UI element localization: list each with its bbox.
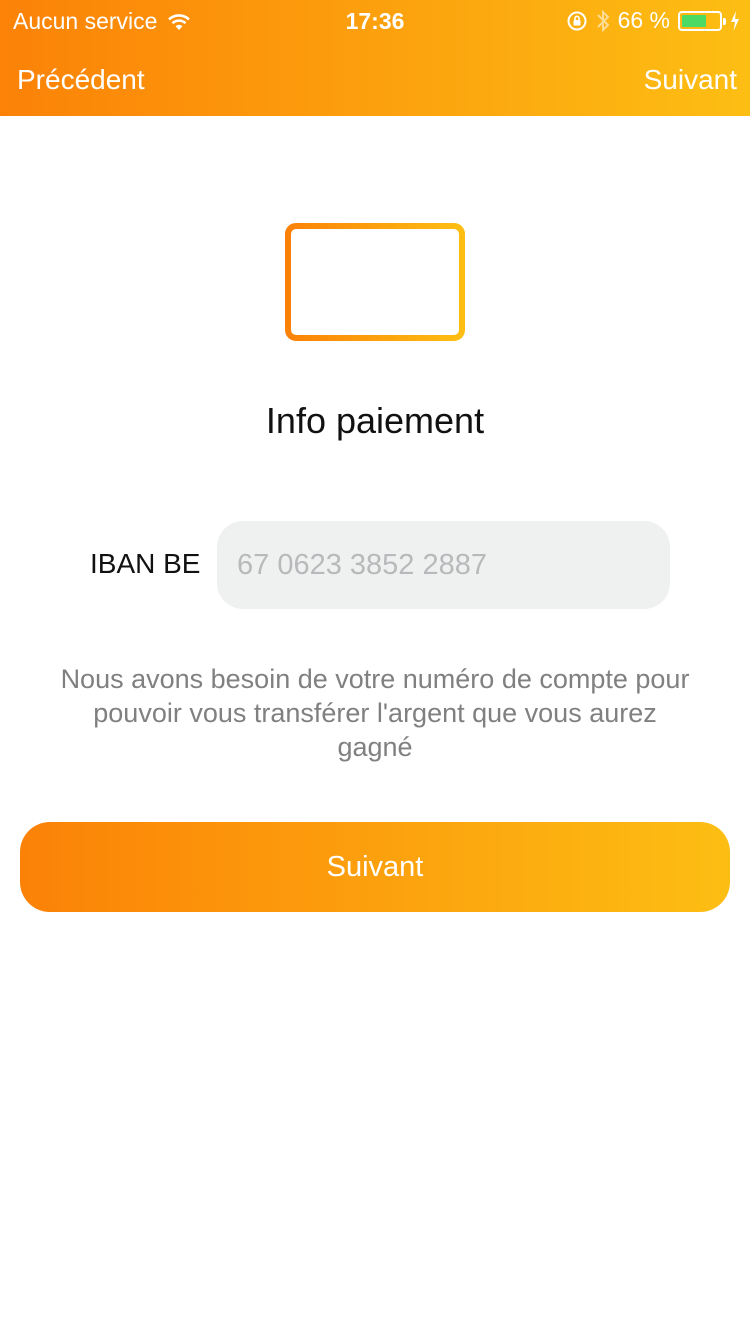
nav-bar: Précédent Suivant (0, 40, 750, 116)
back-button[interactable]: Précédent (17, 64, 145, 96)
status-right: 66 % (558, 7, 740, 34)
credit-card-icon (285, 223, 465, 341)
bluetooth-icon (596, 9, 609, 32)
battery-percent: 66 % (617, 7, 670, 33)
iban-label: IBAN BE (90, 548, 201, 579)
iban-input[interactable] (217, 521, 670, 609)
battery-icon (678, 10, 726, 31)
charging-bolt-icon (731, 10, 739, 31)
battery-tip (723, 17, 726, 25)
next-button[interactable]: Suivant (20, 822, 730, 912)
page-title: Info paiement (265, 400, 485, 441)
next-nav-button[interactable]: Suivant (644, 64, 737, 96)
status-bar: Aucun service 17:36 66 % (0, 0, 750, 40)
battery-fill (682, 14, 706, 27)
header: Aucun service 17:36 66 % Précédent Suiva… (0, 0, 750, 116)
rotation-lock-icon (567, 11, 587, 30)
description-text: Nous avons besoin de votre numéro de com… (60, 664, 690, 762)
